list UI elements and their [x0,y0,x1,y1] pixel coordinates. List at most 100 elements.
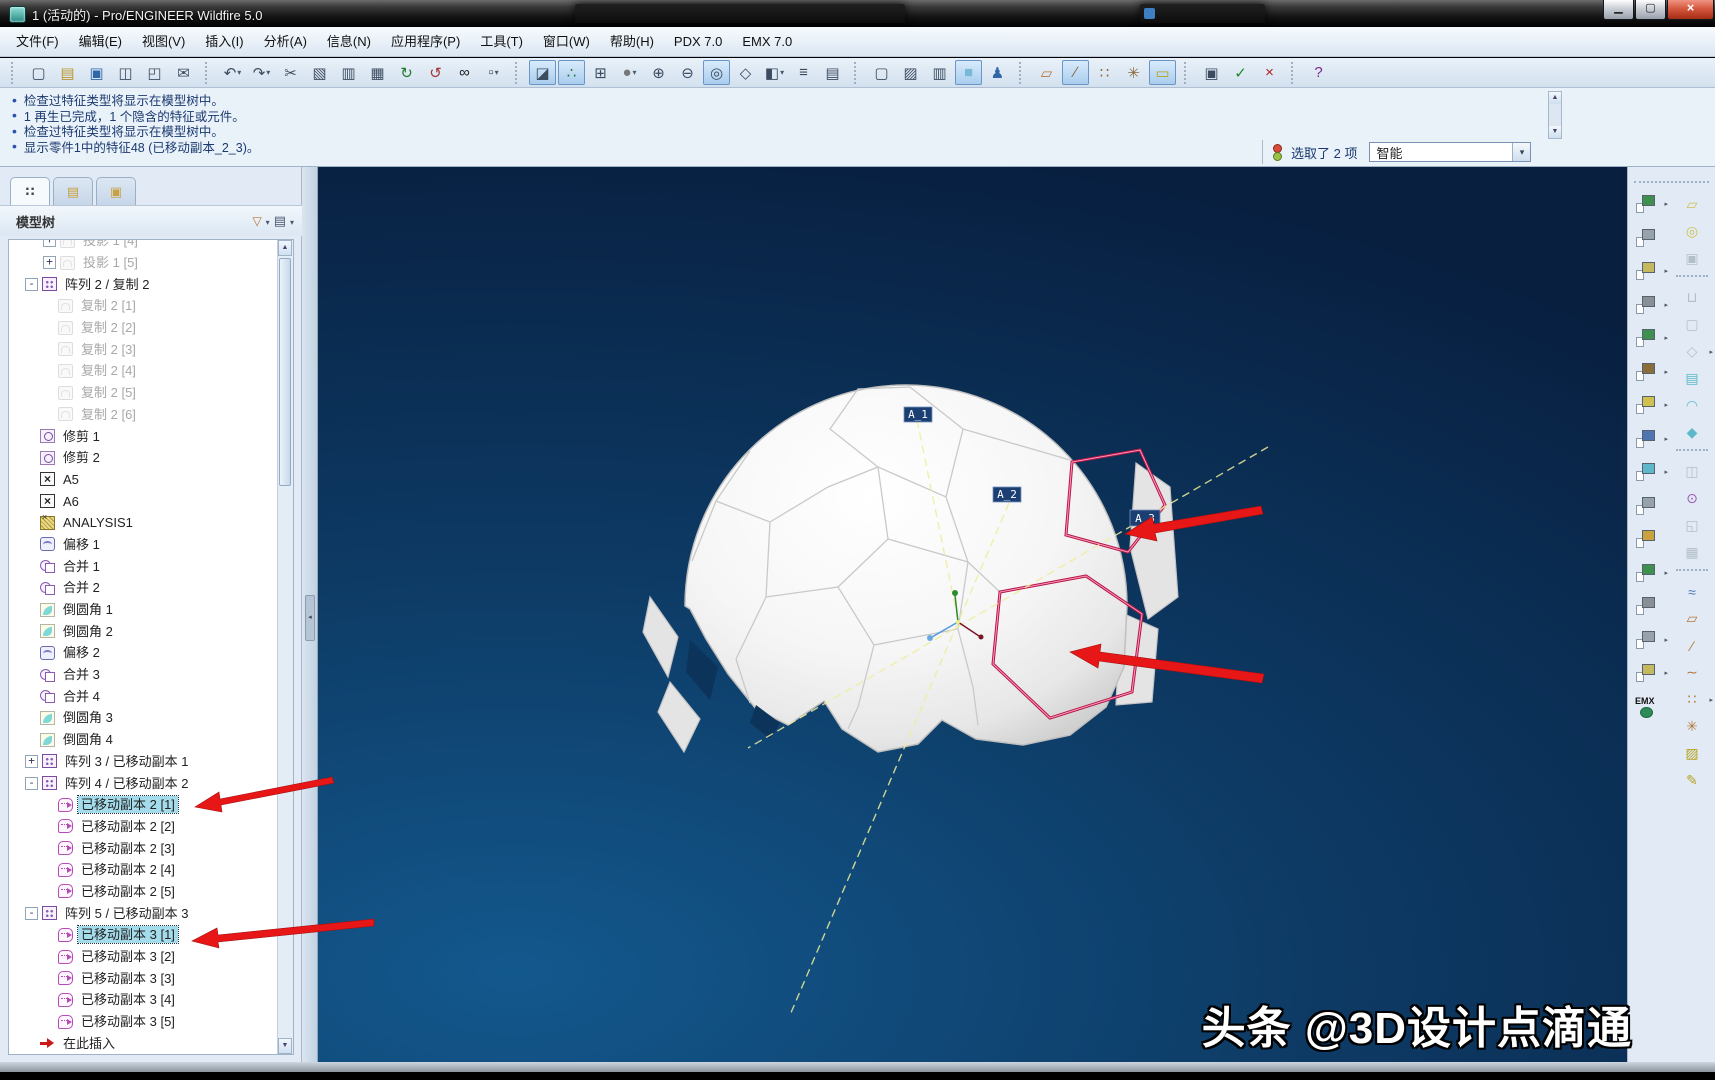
tree-item[interactable]: A5 [9,469,278,491]
tree-scrollbar[interactable] [277,240,293,1054]
datum-point-toggle-button[interactable]: ∷ [1091,60,1118,85]
tree-item[interactable]: 修剪 1 [9,425,278,447]
tree-item[interactable]: 复制 2 [6] [9,404,278,426]
tree-item[interactable]: 已移动副本 3 [3] [9,967,278,989]
tree-item[interactable]: 已移动副本 2 [2] [9,816,278,838]
expand-toggle[interactable]: - [25,278,38,291]
sweep-icon[interactable]: ◆ [1672,419,1712,446]
tree-item[interactable]: -阵列 2 / 复制 2 [9,273,278,295]
scroll-up-icon[interactable] [278,240,292,256]
tree-item[interactable]: -阵列 5 / 已移动副本 3 [9,902,278,924]
mold-component-icon[interactable]: ▸ [1632,325,1668,359]
viewport-canvas[interactable]: A_1 A_2 A_3 [318,167,1627,1062]
flyout-arrow-icon[interactable]: ▸ [1664,468,1668,476]
trim-icon[interactable]: ◱ [1672,512,1712,539]
cut-button[interactable]: ✂ [277,60,304,85]
curve-icon[interactable]: ∼ [1672,659,1712,686]
scrollbar-thumb[interactable] [279,258,291,486]
regenerate-manager-button[interactable]: ↺ [422,60,449,85]
copy-button[interactable]: ▧ [306,60,333,85]
menu-item-5[interactable]: 信息(N) [317,27,381,56]
tree-item[interactable]: 修剪 2 [9,447,278,469]
default-window-button[interactable]: ✓ [1227,60,1254,85]
tree-item[interactable]: 合并 3 [9,664,278,686]
display-settings-icon[interactable] [274,212,286,230]
runner-icon[interactable]: ▸ [1632,392,1668,426]
flyout-arrow-icon[interactable]: ▸ [1664,401,1668,409]
csys-icon[interactable]: ✳ [1672,713,1712,740]
tree-item[interactable]: 已移动副本 2 [4] [9,859,278,881]
tree-item[interactable]: 倒圆角 1 [9,599,278,621]
axis-label-a1[interactable]: A_1 [904,407,932,422]
measure-icon[interactable]: ▸ [1632,660,1668,694]
style-icon[interactable]: ✎ [1672,767,1712,794]
relations-button[interactable]: ∴ [558,60,585,85]
chevron-down-icon[interactable]: ▾ [780,68,784,77]
shell-icon[interactable]: ▢ [1672,311,1712,338]
expand-toggle[interactable]: - [25,777,38,790]
scroll-up-icon[interactable] [1549,92,1561,104]
flyout-arrow-icon[interactable]: ▸ [1664,435,1668,443]
new-file-button[interactable]: ▢ [25,60,52,85]
axis-label-a2[interactable]: A_2 [993,487,1021,502]
message-scrollbar[interactable] [1548,91,1562,139]
flyout-arrow-icon[interactable]: ▸ [1664,368,1668,376]
close-button[interactable]: × [1667,0,1714,20]
flyout-arrow-icon[interactable]: ▸ [1664,301,1668,309]
emx-icon[interactable]: EMX [1632,694,1668,728]
annotation-icon[interactable]: ▣ [1672,245,1712,272]
redo-button[interactable]: ↷▾ [248,60,275,85]
menu-item-4[interactable]: 分析(A) [254,27,317,56]
sketch-curve-icon[interactable]: ≈ [1672,578,1712,605]
component-display-icon[interactable]: ▸ [1632,627,1668,661]
menu-item-11[interactable]: EMX 7.0 [732,27,802,56]
no-hidden-button[interactable]: ▥ [926,60,953,85]
chevron-down-icon[interactable] [1512,143,1530,161]
view-manager-button[interactable]: ▤ [819,60,846,85]
mold-base-icon[interactable]: ▸ [1632,258,1668,292]
layers-button[interactable]: ≡ [790,60,817,85]
tree-item[interactable]: 合并 4 [9,685,278,707]
scroll-down-icon[interactable] [278,1038,292,1054]
tree-item[interactable]: 倒圆角 3 [9,707,278,729]
pattern-icon[interactable]: ▦ [1672,539,1712,566]
display-filter-button[interactable]: ◪ [529,60,556,85]
tree-item[interactable]: 复制 2 [1] [9,295,278,317]
print-setup-button[interactable]: ◰ [141,60,168,85]
context-help-button[interactable]: ? [1305,60,1332,85]
reorient-button[interactable]: ◇ [732,60,759,85]
tree-item[interactable]: 已移动副本 2 [1] [9,794,278,816]
tree-item[interactable]: 倒圆角 4 [9,729,278,751]
bom-icon[interactable] [1632,526,1668,560]
tree-item[interactable]: 复制 2 [5] [9,382,278,404]
soccer-ball[interactable] [685,385,1127,752]
library-icon[interactable] [1632,593,1668,627]
axis-icon[interactable]: ∕ [1672,632,1712,659]
chevron-down-icon[interactable]: ▾ [237,68,241,77]
tree-item[interactable]: +投影 1 [5] [9,252,278,274]
merge-icon[interactable]: ⊙ [1672,485,1712,512]
maximize-button[interactable]: ▢ [1635,0,1666,20]
sash-collapse-handle[interactable] [305,595,315,641]
wireframe-button[interactable]: ▢ [868,60,895,85]
gate-icon[interactable]: ▸ [1632,359,1668,393]
slider-icon[interactable]: ▸ [1632,459,1668,493]
flyout-arrow-icon[interactable]: ▸ [1664,636,1668,644]
shade-style-button[interactable]: ●▾ [616,60,643,85]
tree-item[interactable]: 偏移 1 [9,534,278,556]
selection-filter-combo[interactable]: 智能 [1369,142,1531,162]
plane-icon[interactable]: ▱ [1672,605,1712,632]
shaded-button[interactable]: ■ [955,60,982,85]
tree-item[interactable]: +阵列 3 / 已移动副本 1 [9,751,278,773]
flyout-arrow-icon[interactable]: ▸ [1664,200,1668,208]
revolve-icon[interactable]: ◠ [1672,392,1712,419]
extrude-icon[interactable]: ▤ [1672,365,1712,392]
drawing-icon[interactable] [1632,493,1668,527]
datum-axis-icon[interactable]: ◎ [1672,218,1712,245]
tab-favorites[interactable] [96,177,136,205]
paste-special-button[interactable]: ▦ [364,60,391,85]
menu-item-9[interactable]: 帮助(H) [600,27,664,56]
analysis-icon[interactable]: ▨ [1672,740,1712,767]
menu-item-6[interactable]: 应用程序(P) [381,27,470,56]
tree-item[interactable]: 已移动副本 3 [4] [9,989,278,1011]
